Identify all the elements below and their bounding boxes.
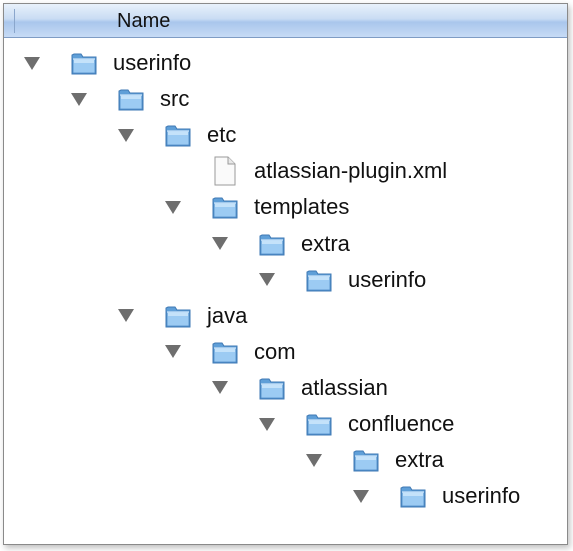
disclosure-triangle-icon[interactable] xyxy=(71,92,87,106)
tree-item-label: extra xyxy=(395,447,444,473)
disclosure-triangle-icon[interactable] xyxy=(212,237,228,250)
tree-item-label: atlassian-plugin.xml xyxy=(254,158,448,184)
disclosure-triangle-icon[interactable] xyxy=(306,453,322,467)
tree-item-label: templates xyxy=(254,194,350,220)
folder-icon xyxy=(164,302,192,330)
name-column-header[interactable]: Name xyxy=(117,10,170,33)
column-header[interactable]: Name xyxy=(4,4,567,38)
folder-icon xyxy=(399,482,427,510)
folder-icon xyxy=(258,374,286,402)
disclosure-triangle-icon[interactable] xyxy=(212,381,228,395)
tree-item-label: src xyxy=(160,86,190,112)
folder-icon xyxy=(258,230,286,258)
disclosure-triangle-icon[interactable] xyxy=(259,417,275,431)
folder-icon xyxy=(164,121,192,149)
tree-item-label: atlassian xyxy=(301,374,388,400)
disclosure-triangle-icon[interactable] xyxy=(353,489,369,503)
tree-item-label: userinfo xyxy=(442,483,521,509)
tree-row-folder[interactable]: confluence xyxy=(259,406,454,442)
folder-icon xyxy=(211,193,239,221)
tree-item-label: extra xyxy=(301,230,350,256)
tree-item-label: java xyxy=(207,302,248,328)
tree-row-folder[interactable]: atlassian xyxy=(212,370,388,406)
tree-item-label: com xyxy=(254,338,296,364)
disclosure-triangle-icon[interactable] xyxy=(24,56,40,70)
folder-icon xyxy=(352,446,380,474)
tree-row-folder[interactable]: userinfo xyxy=(24,45,191,81)
document-icon xyxy=(213,156,237,186)
tree-row-folder[interactable]: extra xyxy=(212,226,350,262)
disclosure-triangle-icon[interactable] xyxy=(118,309,134,323)
tree-row-folder[interactable]: userinfo xyxy=(353,478,520,514)
disclosure-triangle-icon[interactable] xyxy=(259,273,275,287)
tree-item-label: confluence xyxy=(348,411,455,436)
tree-row-folder[interactable]: extra xyxy=(306,442,444,478)
folder-icon xyxy=(211,338,239,366)
disclosure-triangle-icon[interactable] xyxy=(165,200,181,214)
header-separator xyxy=(14,9,15,33)
file-browser-panel: Name userinfo src etc atlassian-plugin.xml t… xyxy=(3,3,568,545)
tree-item-label: etc xyxy=(207,122,237,148)
tree-item-label: userinfo xyxy=(113,50,192,75)
tree-row-folder[interactable]: src xyxy=(71,81,189,117)
disclosure-triangle-icon[interactable] xyxy=(118,128,134,142)
folder-icon xyxy=(70,49,98,77)
tree-item-label: userinfo xyxy=(348,266,427,292)
folder-icon xyxy=(305,266,333,294)
disclosure-triangle-icon[interactable] xyxy=(165,345,181,359)
tree-row-folder[interactable]: etc xyxy=(118,117,236,153)
folder-icon xyxy=(305,410,333,438)
tree-row-folder[interactable]: userinfo xyxy=(259,262,426,298)
folder-icon xyxy=(117,85,145,113)
tree-row-file[interactable]: atlassian-plugin.xml xyxy=(165,153,447,189)
tree-row-folder[interactable]: java xyxy=(118,298,247,334)
tree-row-folder[interactable]: templates xyxy=(165,189,349,225)
tree-row-folder[interactable]: com xyxy=(165,334,296,370)
